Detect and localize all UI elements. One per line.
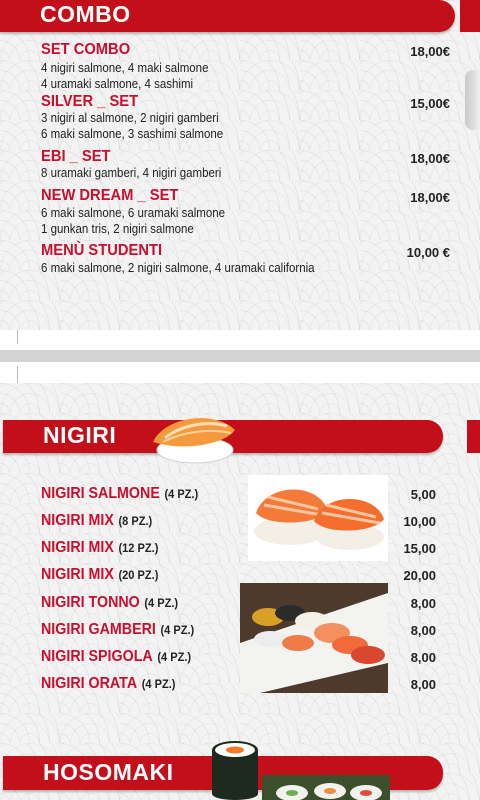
nigiri-item-qty: (4 PZ.) [144,596,179,610]
combo-item-desc: 1 gunkan tris, 2 nigiri salmone [41,222,194,236]
nigiri-item-name: NIGIRI ORATA [41,675,138,692]
nigiri-item-price: 10,00 [403,514,436,529]
nigiri-item-price: 8,00 [410,596,436,611]
nigiri-item: NIGIRI SPIGOLA (4 PZ.) [41,648,191,666]
combo-item-name: NEW DREAM _ SET [41,187,179,204]
nigiri-item: NIGIRI ORATA (4 PZ.) [41,675,175,693]
hosomaki-roll-icon [212,741,258,800]
banner-edge [460,0,480,32]
nigiri-item-price: 5,00 [410,487,436,502]
combo-item-price: 15,00€ [410,96,450,111]
nigiri-item-qty: (12 PZ.) [118,541,159,555]
combo-item-name: EBI _ SET [41,148,111,165]
combo-item-name: SET COMBO [41,41,131,58]
nigiri-item: NIGIRI MIX (12 PZ.) [41,539,158,557]
nigiri-item: NIGIRI MIX (20 PZ.) [41,566,158,584]
nigiri-item-name: NIGIRI MIX [41,512,114,529]
nigiri-item-name: NIGIRI MIX [41,539,114,556]
combo-item-desc: 6 maki salmone, 3 sashimi salmone [41,127,224,141]
combo-item-desc: 8 uramaki gamberi, 4 nigiri gamberi [41,166,222,180]
combo-item-desc: 4 uramaki salmone, 4 sashimi [41,77,194,91]
crop-mark [17,330,18,344]
nigiri-item: NIGIRI SALMONE (4 PZ.) [41,485,198,503]
nigiri-item-qty: (4 PZ.) [157,650,192,664]
nigiri-item-name: NIGIRI SALMONE [41,485,160,502]
salmon-nigiri-photo [248,475,388,561]
menu-page-nigiri: NIGIRI NIGIRI SALMONE (4 PZ.) 5,00 NIGIR… [0,383,480,800]
page-separator [0,330,480,383]
menu-page-combo: COMBO SET COMBO 18,00€ 4 nigiri salmone,… [0,0,480,330]
nigiri-item: NIGIRI GAMBERI (4 PZ.) [41,621,194,639]
nigiri-item-name: NIGIRI MIX [41,566,114,583]
nigiri-item-qty: (8 PZ.) [118,514,153,528]
separator-bar [0,350,480,362]
nigiri-item-qty: (4 PZ.) [141,677,176,691]
page-fold-shadow [465,70,480,130]
nigiri-item-name: NIGIRI GAMBERI [41,621,156,638]
combo-section-title: COMBO [40,1,131,27]
hosomaki-section-title: HOSOMAKI [43,759,174,785]
nigiri-item-qty: (4 PZ.) [164,487,199,501]
nigiri-item-price: 15,00 [403,541,436,556]
combo-item-price: 10,00 € [406,245,450,260]
mixed-nigiri-photo [240,583,388,693]
banner-edge [467,420,480,453]
combo-section-banner: COMBO [0,0,455,32]
hosomaki-photo [262,775,390,800]
combo-item-name: MENÙ STUDENTI [41,242,163,259]
combo-item-name: SILVER _ SET [41,93,139,110]
nigiri-item: NIGIRI TONNO (4 PZ.) [41,594,178,612]
nigiri-item-price: 8,00 [410,677,436,692]
combo-item-desc: 3 nigiri al salmone, 2 nigiri gamberi [41,111,219,125]
nigiri-item-price: 8,00 [410,623,436,638]
combo-item-desc: 6 maki salmone, 6 uramaki salmone [41,206,226,220]
nigiri-item-qty: (20 PZ.) [118,568,159,582]
nigiri-item-name: NIGIRI TONNO [41,594,140,611]
nigiri-sushi-icon [153,418,235,464]
combo-item-desc: 6 maki salmone, 2 nigiri salmone, 4 uram… [41,261,315,275]
nigiri-item-price: 8,00 [410,650,436,665]
combo-item-desc: 4 nigiri salmone, 4 maki salmone [41,61,209,75]
combo-item-price: 18,00€ [410,190,450,205]
nigiri-item-name: NIGIRI SPIGOLA [41,648,153,665]
nigiri-section-title: NIGIRI [43,422,117,448]
nigiri-item-price: 20,00 [403,568,436,583]
nigiri-item-qty: (4 PZ.) [160,623,195,637]
combo-item-price: 18,00€ [410,151,450,166]
crop-mark [17,366,18,383]
combo-item-price: 18,00€ [410,44,450,59]
nigiri-item: NIGIRI MIX (8 PZ.) [41,512,152,530]
